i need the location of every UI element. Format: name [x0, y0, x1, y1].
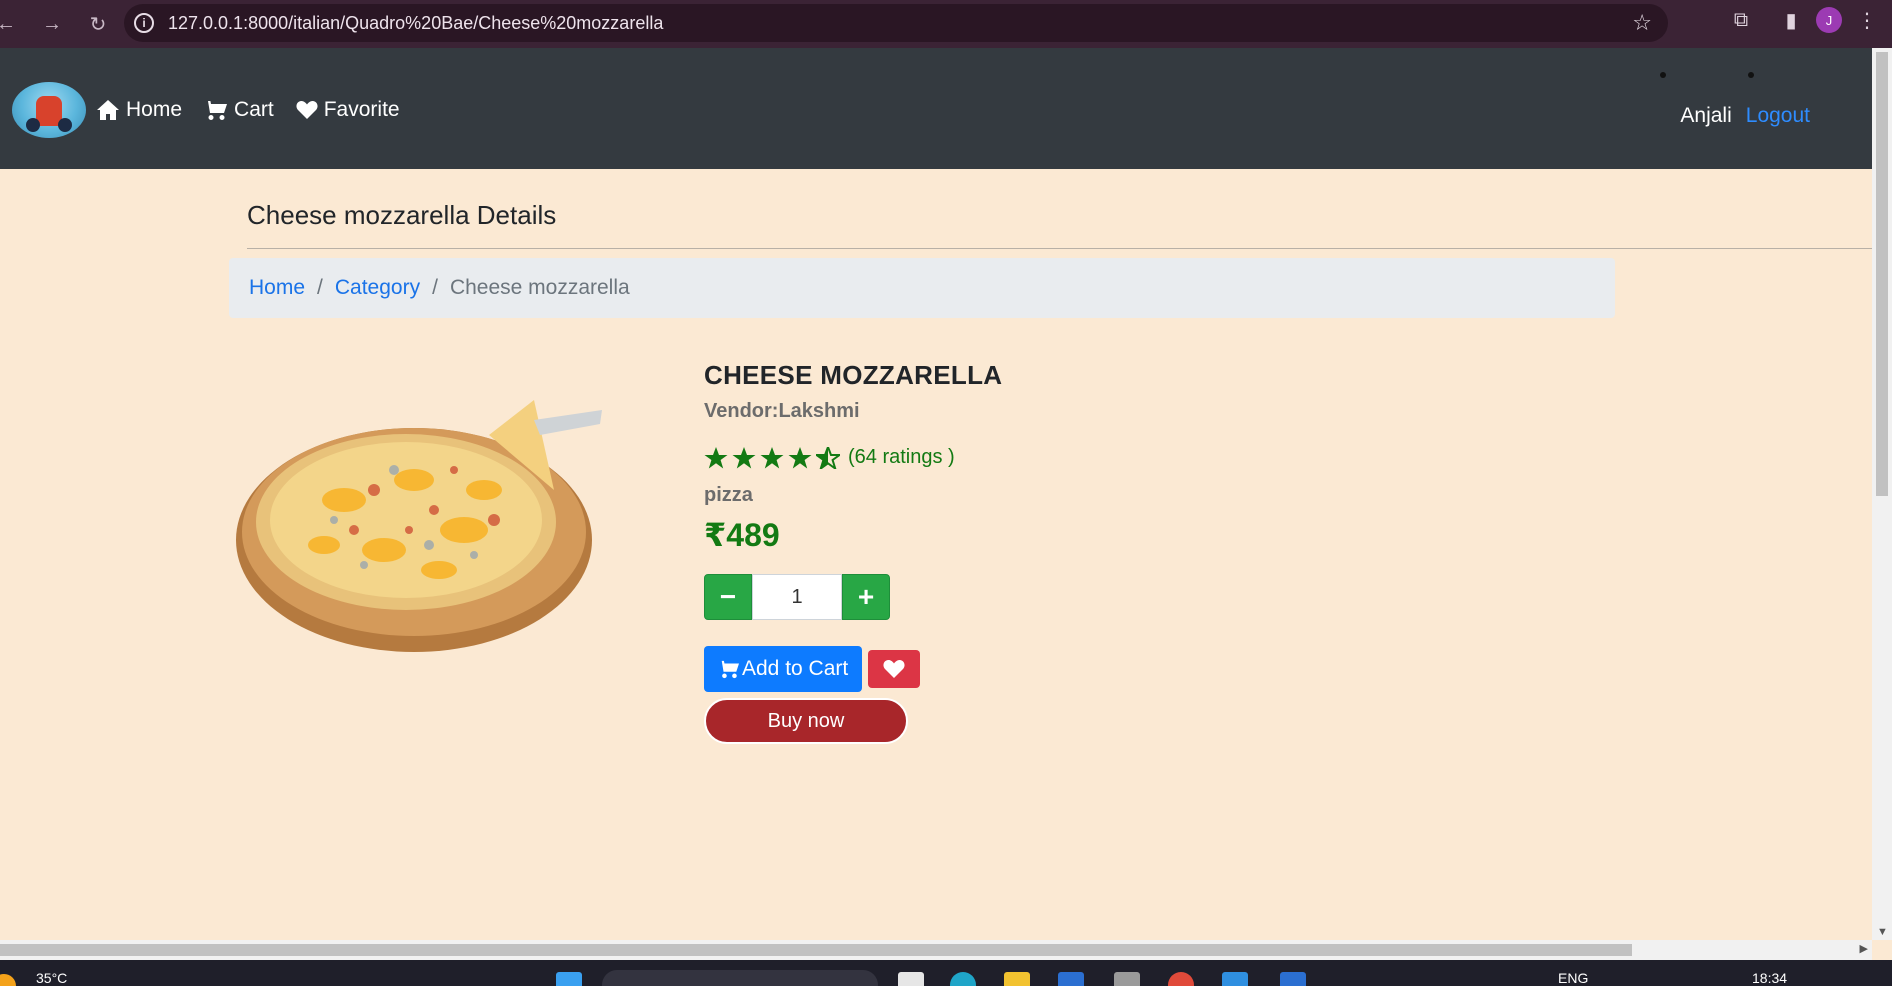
cart-icon: [718, 660, 739, 679]
star-full-icon: [788, 446, 812, 468]
nav-home-label: Home: [126, 98, 183, 121]
mail-icon[interactable]: [1058, 972, 1084, 986]
breadcrumb-home-link[interactable]: Home: [249, 276, 305, 300]
decorative-dot: [1660, 72, 1666, 78]
chrome-icon[interactable]: [1168, 972, 1194, 986]
nav-cart-link[interactable]: Cart: [204, 98, 274, 122]
product-rating: (64 ratings ): [704, 446, 955, 469]
quantity-input[interactable]: [752, 574, 842, 620]
logo-wheel: [58, 118, 72, 132]
star-half-icon: [816, 446, 840, 469]
breadcrumb-separator: /: [317, 276, 323, 299]
heart-icon: [296, 101, 318, 119]
nav-home-link[interactable]: Home: [96, 98, 182, 122]
star-full-icon: [704, 446, 728, 468]
bookmark-star-icon[interactable]: ☆: [1632, 10, 1652, 36]
rating-count[interactable]: (64 ratings ): [848, 446, 955, 469]
product-image: [236, 400, 602, 652]
quantity-stepper: − +: [704, 574, 890, 620]
action-buttons: Add to Cart: [704, 646, 921, 692]
product-price: ₹489: [704, 517, 780, 553]
forward-icon[interactable]: →: [38, 10, 66, 38]
logout-link[interactable]: Logout: [1746, 104, 1810, 128]
product-vendor: Vendor:Lakshmi: [704, 400, 860, 422]
weather-icon[interactable]: [0, 974, 16, 986]
user-area: Anjali Logout: [1680, 104, 1810, 128]
browser-actions: ⧉ ▮ J ⋮: [1716, 0, 1892, 40]
horizontal-scroll-thumb[interactable]: [0, 944, 1632, 956]
add-to-cart-button[interactable]: Add to Cart: [704, 646, 863, 692]
nav-links: Home Cart Favorite: [96, 98, 400, 122]
decorative-dot: [1748, 72, 1754, 78]
url-text[interactable]: 127.0.0.1:8000/italian/Quadro%20Bae/Chee…: [168, 13, 663, 34]
heart-icon: [883, 660, 905, 678]
vertical-scrollbar[interactable]: ▼: [1872, 48, 1892, 940]
taskbar-search[interactable]: [602, 970, 878, 986]
os-taskbar: 35°C ENG 18:34: [0, 960, 1892, 986]
browser-toolbar: ← → ↻ i 127.0.0.1:8000/italian/Quadro%20…: [0, 0, 1892, 48]
scroll-right-arrow-icon[interactable]: ▶: [1860, 942, 1868, 955]
add-to-favorite-button[interactable]: [868, 650, 921, 688]
nav-favorite-link[interactable]: Favorite: [296, 98, 400, 122]
address-bar[interactable]: i 127.0.0.1:8000/italian/Quadro%20Bae/Ch…: [124, 4, 1668, 42]
back-icon[interactable]: ←: [0, 10, 20, 38]
profile-avatar[interactable]: J: [1816, 7, 1842, 33]
star-full-icon: [732, 446, 756, 468]
product-category: pizza: [704, 484, 753, 506]
home-icon: [97, 100, 119, 120]
divider: [247, 248, 1872, 249]
cart-icon: [204, 101, 228, 120]
breadcrumb-current: Cheese mozzarella: [449, 276, 630, 299]
nav-favorite-label: Favorite: [323, 98, 400, 121]
site-navbar: Home Cart Favorite Anjali Logout: [0, 48, 1872, 169]
edge-icon[interactable]: [950, 972, 976, 986]
site-info-icon[interactable]: i: [134, 13, 154, 33]
extensions-icon[interactable]: ⧉: [1726, 9, 1756, 32]
reload-icon[interactable]: ↻: [84, 10, 112, 38]
horizontal-scrollbar[interactable]: ▶: [0, 940, 1872, 960]
vscode-icon[interactable]: [1222, 972, 1248, 986]
increase-quantity-button[interactable]: +: [842, 574, 890, 620]
decrease-quantity-button[interactable]: −: [704, 574, 752, 620]
taskbar-app-icon[interactable]: [1280, 972, 1306, 986]
input-language[interactable]: ENG: [1558, 970, 1588, 986]
side-panel-icon[interactable]: ▮: [1776, 8, 1806, 33]
breadcrumb: Home / Category / Cheese mozzarella: [229, 258, 1615, 318]
start-icon[interactable]: [556, 972, 582, 986]
weather-temperature[interactable]: 35°C: [36, 970, 67, 986]
buy-now-button[interactable]: Buy now: [704, 698, 908, 744]
site-logo[interactable]: [12, 82, 86, 138]
browser-menu-icon[interactable]: ⋮: [1852, 8, 1882, 33]
star-full-icon: [760, 446, 784, 468]
nav-cart-label: Cart: [234, 98, 274, 121]
scroll-down-arrow-icon[interactable]: ▼: [1877, 926, 1888, 938]
logo-wheel: [26, 118, 40, 132]
system-clock[interactable]: 18:34: [1752, 970, 1787, 986]
user-name: Anjali: [1680, 104, 1732, 127]
product-name: CHEESE MOZZARELLA: [704, 360, 1003, 390]
vertical-scroll-thumb[interactable]: [1876, 52, 1888, 496]
page-title: Cheese mozzarella Details: [247, 200, 557, 230]
add-to-cart-label: Add to Cart: [742, 657, 849, 680]
breadcrumb-category-link[interactable]: Category: [335, 276, 420, 300]
breadcrumb-separator: /: [432, 276, 438, 299]
database-icon[interactable]: [1114, 972, 1140, 986]
taskbar-app-icon[interactable]: [898, 972, 924, 986]
folder-icon[interactable]: [1004, 972, 1030, 986]
